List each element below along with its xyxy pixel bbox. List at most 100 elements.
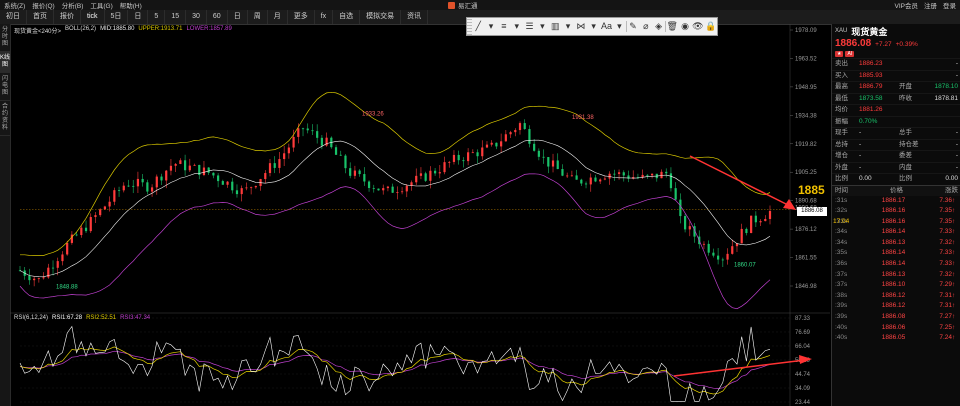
toolbar-item-16[interactable]: 模拟交易	[360, 10, 402, 24]
tick-time: :34s	[835, 238, 848, 246]
menu-item-2[interactable]: 分析(B)	[62, 0, 84, 10]
shape-tool-icon[interactable]: ◈	[652, 18, 665, 35]
rsi-axis-label: 87.33	[795, 316, 811, 322]
toolbar-item-6[interactable]: 5	[148, 10, 166, 24]
toolbar-item-1[interactable]: 首页	[27, 10, 54, 24]
toolbar-item-15[interactable]: 自选	[333, 10, 361, 24]
tick-row[interactable]: :39s 1886.12 7.31 ↑	[832, 301, 960, 312]
toolbar-item-13[interactable]: 更多	[288, 10, 315, 24]
tick-row[interactable]: :34s 1886.13 7.32 ↑	[832, 238, 960, 249]
candle-body	[386, 186, 390, 189]
fib-dropdown-icon[interactable]: ▾	[536, 18, 549, 35]
menu-item-1[interactable]: 报价(Q)	[32, 0, 54, 10]
account-link-1[interactable]: 注册	[924, 0, 937, 10]
app-name: 易汇通	[458, 3, 478, 10]
toolbar-item-0[interactable]: 初日	[0, 10, 27, 24]
tick-row[interactable]: :35s 1886.14 7.33 ↑	[832, 248, 960, 259]
account-links: VIP会员 注册 登录	[895, 0, 956, 10]
candle-body	[297, 128, 300, 137]
tick-time: :37s	[835, 281, 848, 289]
toolbar-item-11[interactable]: 周	[248, 10, 268, 24]
chart-area[interactable]: 1978.09 1963.52 1948.95 1934.38 1919.82 1905.…	[10, 24, 830, 406]
candle-body	[551, 160, 555, 167]
quote-badge-0[interactable]: ★	[835, 51, 844, 57]
main-menu: 系统(Z) 报价(Q) 分析(B) 工具(G) 帮助(H)	[0, 0, 142, 10]
candle-body	[712, 252, 715, 256]
gann-dropdown-icon[interactable]: ▾	[562, 18, 575, 35]
pattern-dropdown-icon[interactable]: ▾	[587, 18, 600, 35]
toolbar-item-8[interactable]: 30	[186, 10, 207, 24]
kline-chart[interactable]: 1978.09 1963.52 1948.95 1934.38 1919.82 1905.…	[10, 24, 830, 314]
tick-row[interactable]: :38s 1886.12 7.31 ↑	[832, 291, 960, 302]
candle-body	[650, 173, 654, 176]
left-tab-1[interactable]: K线图	[0, 52, 10, 73]
candle-body	[306, 128, 309, 131]
toolbar-item-7[interactable]: 15	[165, 10, 187, 24]
candle-body	[683, 216, 687, 230]
toolbar-item-14[interactable]: fx	[315, 10, 334, 24]
toolbar-item-12[interactable]: 月	[268, 10, 288, 24]
quote-badge-1[interactable]: AI	[845, 51, 855, 57]
account-link-2[interactable]: 登录	[943, 0, 956, 10]
toolbar-item-5[interactable]: 日	[128, 10, 149, 24]
quote-row-key: 买入	[835, 71, 848, 79]
pattern-tool-icon[interactable]: ⋈	[574, 18, 587, 35]
candle-body	[415, 175, 418, 183]
toolbar-item-9[interactable]: 60	[207, 10, 228, 24]
rsi-chart[interactable]: 87.3376.6966.0455.3944.7434.0923.44	[10, 314, 830, 406]
tick-row[interactable]: :40s 1886.06 7.25 ↑	[832, 323, 960, 334]
candle-body	[207, 167, 210, 173]
text-tool-icon[interactable]: Aa	[600, 18, 613, 35]
quote-header: XAU 现货黄金	[832, 24, 960, 38]
tick-time: :36s	[835, 260, 848, 268]
toolbar-item-3[interactable]: tick	[81, 10, 105, 24]
candle-body	[400, 191, 404, 193]
left-tab-0[interactable]: 分时图	[0, 24, 10, 52]
visibility-icon[interactable]: ◉	[679, 18, 692, 35]
lock-icon[interactable]: 🔒	[704, 18, 717, 35]
tick-price: 1886.06	[881, 323, 906, 331]
text-dropdown-icon[interactable]: ▾	[613, 18, 626, 35]
tick-row[interactable]: :33s 1886.16 7.35 ↑	[832, 217, 960, 228]
toolbar-item-4[interactable]: 5日	[105, 10, 129, 24]
candle-body	[344, 155, 347, 169]
eraser-tool-icon[interactable]: ⌀	[639, 18, 652, 35]
tick-row[interactable]: :34s 1886.14 7.33 ↑	[832, 227, 960, 238]
tick-row[interactable]: :37s 1886.13 7.32 ↑	[832, 270, 960, 281]
tick-row[interactable]: :39s 1886.08 7.27 ↑	[832, 312, 960, 323]
tick-change: 7.31	[939, 291, 952, 299]
price-axis-label: 1948.95	[795, 85, 817, 91]
trend-arrow-line	[689, 155, 791, 207]
quote-row-key: 增仓	[835, 152, 848, 159]
pen-tool-icon[interactable]: ✎	[627, 18, 640, 35]
left-tab-3[interactable]: 合约资料	[0, 101, 10, 136]
tick-list[interactable]: :31s 1886.17 7.36 ↑:32s 1886.16 7.35 ↑:33s 18…	[832, 196, 960, 344]
gann-tool-icon[interactable]: ▥	[549, 18, 562, 35]
toolbar-item-17[interactable]: 资讯	[401, 10, 429, 24]
tick-row[interactable]: :36s 1886.14 7.33 ↑	[832, 259, 960, 270]
account-link-0[interactable]: VIP会员	[895, 0, 918, 10]
toolbar-item-10[interactable]: 日	[228, 10, 248, 24]
quote-price-row: 1886.08 +7.27 +0.39%	[832, 38, 960, 50]
menu-item-3[interactable]: 工具(G)	[90, 0, 112, 10]
channel-tool-icon[interactable]: ≡	[497, 18, 510, 35]
left-tab-2[interactable]: 闪电图	[0, 73, 10, 101]
trendline-tool-icon[interactable]: ╱	[472, 18, 485, 35]
candle-body	[377, 188, 380, 191]
tick-change: 7.33	[939, 249, 952, 257]
delete-icon[interactable]: 🗑	[666, 18, 679, 35]
drawing-toolbar: ╱ ▾ ≡ ▾ ☰ ▾ ▥ ▾ ⋈ ▾ Aa ▾ ✎ ⌀ ◈ 🗑 ◉ 👁 🔒	[466, 17, 718, 36]
tick-row[interactable]: :40s 1886.05 7.24 ↑	[832, 333, 960, 344]
menu-item-0[interactable]: 系统(Z)	[4, 0, 25, 10]
trendline-dropdown-icon[interactable]: ▾	[485, 18, 498, 35]
eye-icon[interactable]: 👁	[691, 18, 704, 35]
rsi-legend-rsi2: RSI2:52.51	[86, 315, 117, 321]
candle-body	[113, 190, 116, 202]
tick-row[interactable]: :32s 1886.16 7.35 ↑	[832, 206, 960, 217]
toolbar-item-2[interactable]: 报价	[54, 10, 81, 24]
tick-row[interactable]: :31s 1886.17 7.36 ↑	[832, 196, 960, 207]
tick-row[interactable]: :37s 1886.10 7.29 ↑	[832, 280, 960, 291]
menu-item-4[interactable]: 帮助(H)	[120, 0, 142, 10]
channel-dropdown-icon[interactable]: ▾	[510, 18, 523, 35]
fib-tool-icon[interactable]: ☰	[523, 18, 536, 35]
